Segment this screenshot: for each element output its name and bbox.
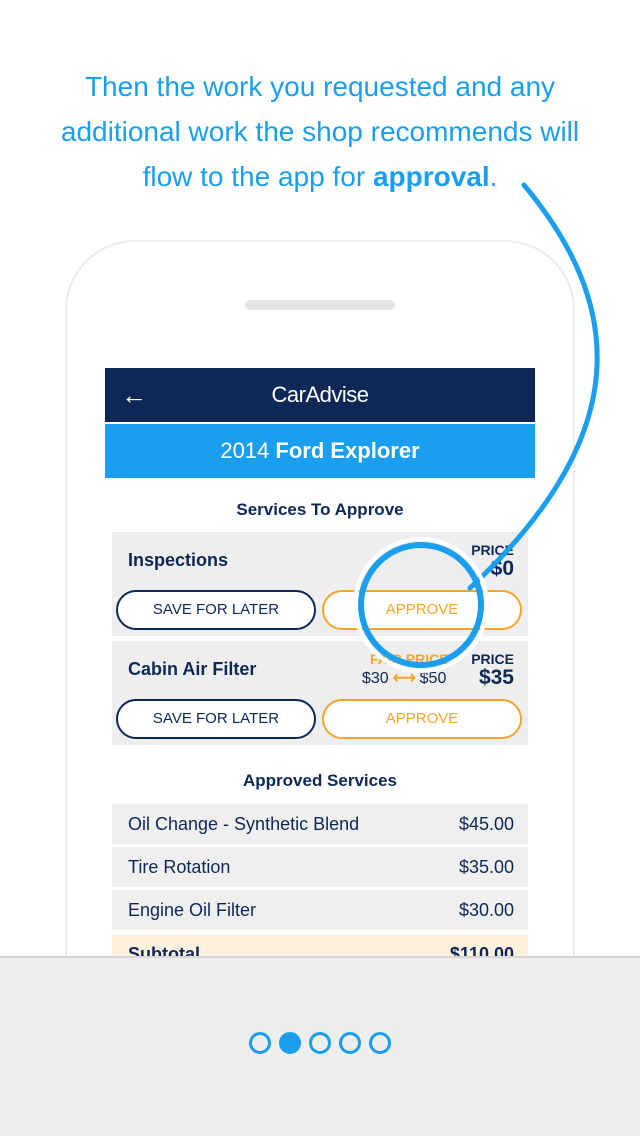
- vehicle-header: 2014 Ford Explorer: [105, 424, 535, 478]
- approve-button[interactable]: APPROVE: [322, 590, 522, 630]
- services-to-approve-title: Services To Approve: [236, 500, 404, 519]
- approved-service-name: Engine Oil Filter: [128, 900, 257, 920]
- service-card: Cabin Air Filter FAIR PRICE $30 ⟷ $50 PRIC…: [112, 641, 528, 745]
- service-name: Cabin Air Filter: [128, 659, 257, 679]
- approved-services-title: Approved Services: [242, 771, 397, 790]
- save-for-later-button[interactable]: SAVE FOR LATER: [116, 699, 316, 739]
- save-for-later-button[interactable]: SAVE FOR LATER: [116, 590, 316, 630]
- vehicle-year: 2014: [220, 438, 270, 463]
- price-label: PRICE: [471, 542, 514, 558]
- phone-speaker: [245, 300, 395, 310]
- page-dot[interactable]: [279, 1032, 301, 1054]
- app-navbar: ← CarAdvise: [105, 368, 535, 422]
- page-dot[interactable]: [309, 1032, 331, 1054]
- headline-line-1: Then the work you requested and any: [84, 71, 556, 102]
- approved-service-row: Engine Oil Filter $30.00: [112, 890, 528, 930]
- subtotal-row: Subtotal $110.00: [112, 934, 528, 958]
- page-dot[interactable]: [339, 1032, 361, 1054]
- headline-line-2: additional work the shop recommends will: [60, 116, 580, 147]
- onboarding-footer: [0, 956, 640, 1136]
- app-screen: ← CarAdvise 2014 Ford Explorer Services …: [105, 368, 535, 958]
- headline-emphasis: approval: [372, 161, 490, 192]
- approved-service-price: $30.00: [458, 900, 514, 920]
- headline: Then the work you requested and any addi…: [40, 64, 600, 199]
- approved-service-row: Oil Change - Synthetic Blend $45.00: [112, 804, 528, 844]
- price-value: $0: [490, 557, 514, 580]
- approved-service-name: Tire Rotation: [128, 857, 231, 877]
- approve-button[interactable]: APPROVE: [322, 699, 522, 739]
- caradvise-logo: CarAdvise: [271, 382, 369, 407]
- service-card: Inspections PRICE $0 SAVE FOR LATER APPR…: [112, 532, 528, 636]
- approved-service-price: $35.00: [458, 857, 514, 877]
- approved-service-price: $45.00: [458, 814, 514, 834]
- price-label: PRICE: [471, 651, 514, 667]
- approved-service-name: Oil Change - Synthetic Blend: [128, 814, 360, 834]
- price-value: $35: [478, 666, 514, 689]
- vehicle-model: Ford Explorer: [275, 438, 420, 463]
- range-arrow-icon: ⟷: [392, 670, 416, 687]
- page-indicator: [0, 1032, 640, 1054]
- headline-line-3: flow to the app for approval.: [142, 161, 498, 192]
- page-dot[interactable]: [369, 1032, 391, 1054]
- page-dot[interactable]: [249, 1032, 271, 1054]
- fair-price-range: $30 ⟷ $50: [362, 670, 447, 687]
- service-name: Inspections: [128, 550, 229, 570]
- approved-service-row: Tire Rotation $35.00: [112, 847, 528, 887]
- fair-price-label: FAIR PRICE: [370, 651, 449, 667]
